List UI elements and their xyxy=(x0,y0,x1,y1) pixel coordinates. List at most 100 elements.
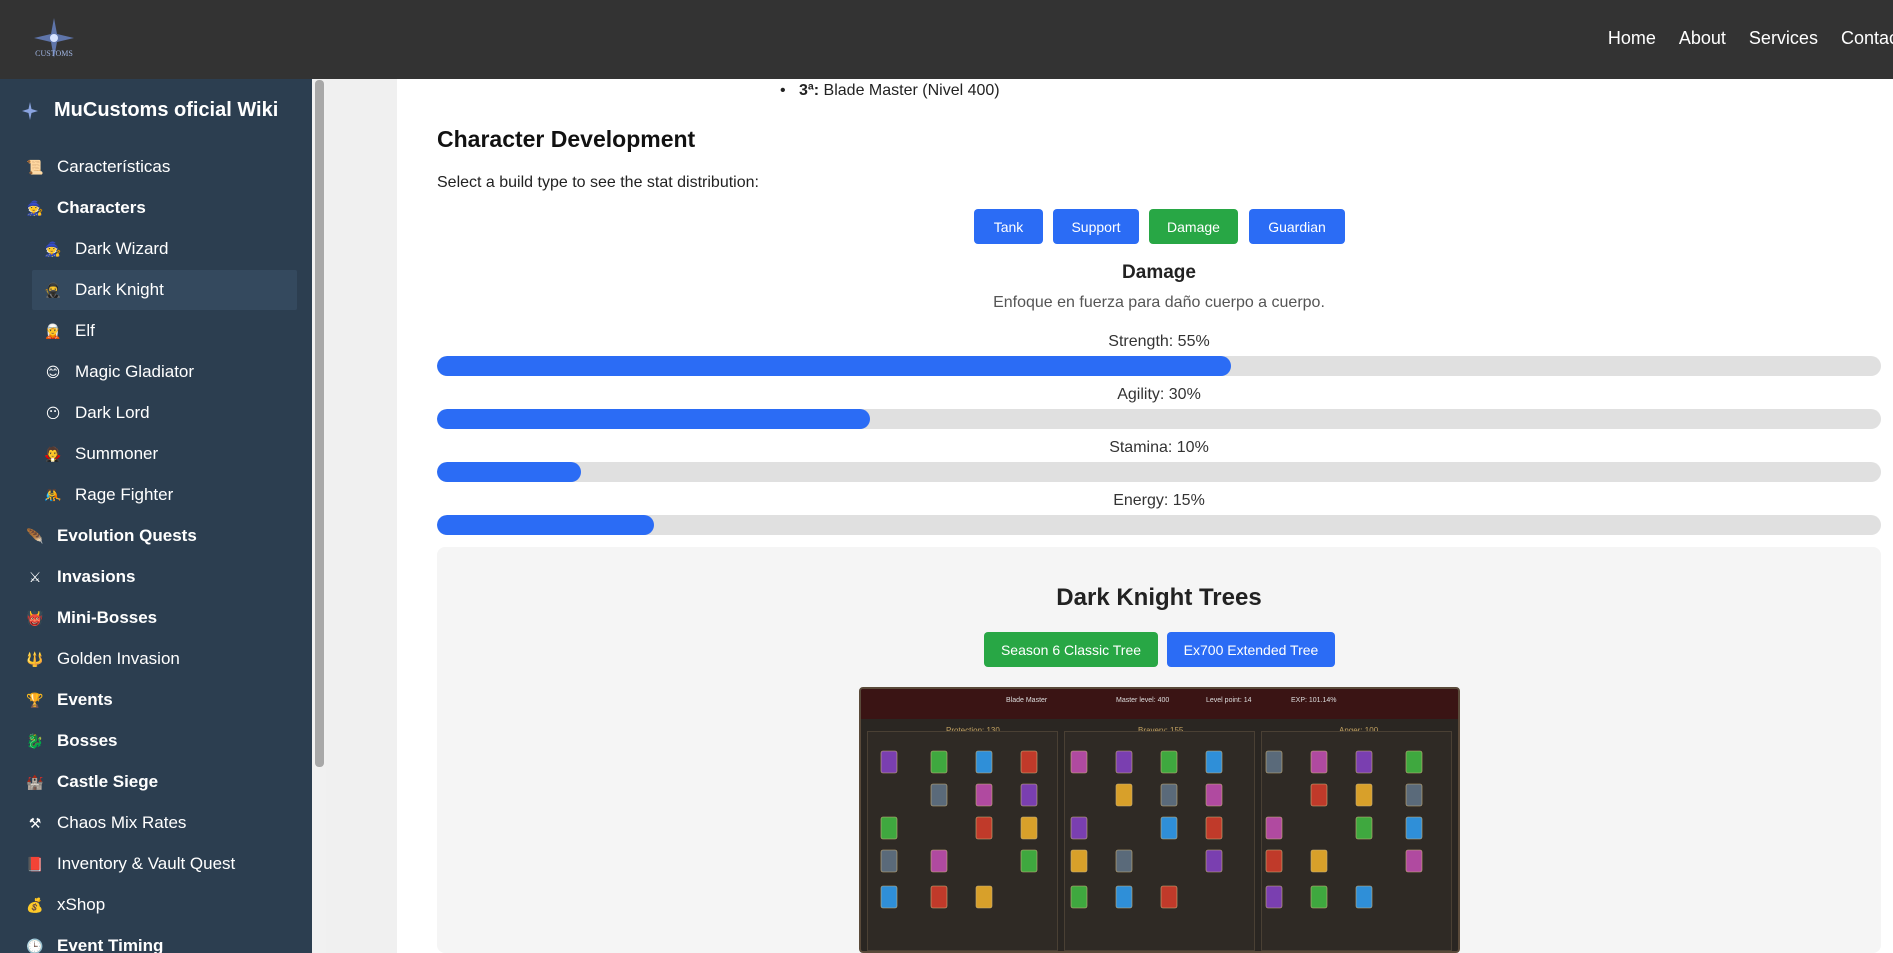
build-support-button[interactable]: Support xyxy=(1053,209,1139,244)
skill-icon xyxy=(880,849,898,873)
stat-bar-fill xyxy=(437,515,654,535)
sidebar-item-evolution-quests[interactable]: 🪶 Evolution Quests xyxy=(20,516,300,556)
skill-icon xyxy=(1115,750,1133,774)
selected-build-title: Damage xyxy=(1122,262,1196,283)
sidebar-item-dark-knight[interactable]: 🥷 Dark Knight xyxy=(32,270,297,310)
sidebar-item-label: Dark Lord xyxy=(75,403,150,422)
sidebar-item-label: Elf xyxy=(75,321,95,340)
sidebar-item-inventory-vault-quest[interactable]: 📕 Inventory & Vault Quest xyxy=(20,844,300,884)
fighter-icon: 🤼 xyxy=(44,486,62,503)
evolution-prefix: 3ª: xyxy=(798,82,820,99)
sidebar-item-caracter-sticas[interactable]: 📜 Características xyxy=(20,147,300,187)
site-logo-icon[interactable]: CUSTOMS xyxy=(30,16,78,62)
sidebar-item-dark-lord[interactable]: 😶 Dark Lord xyxy=(32,393,297,433)
sidebar-item-invasions[interactable]: ⚔ Invasions xyxy=(20,557,300,597)
skill-icon xyxy=(880,885,898,909)
stat-bar-agility xyxy=(437,409,1881,429)
sidebar-item-elf[interactable]: 🧝 Elf xyxy=(32,311,297,351)
stat-bar-fill xyxy=(437,462,582,482)
nav-contact-link[interactable]: Contact xyxy=(1841,28,1893,49)
skill-icon xyxy=(975,750,993,774)
skill-icon xyxy=(1070,885,1088,909)
skill-icon xyxy=(1405,783,1423,807)
skill-icon xyxy=(1265,885,1283,909)
stat-label-agility: Agility: 30% xyxy=(1117,386,1201,403)
build-damage-button[interactable]: Damage xyxy=(1149,209,1238,244)
sidebar-item-mini-bosses[interactable]: 👹 Mini-Bosses xyxy=(20,598,300,638)
skill-icon xyxy=(1160,885,1178,909)
skill-tree-image: Blade Master Master level: 400 Level poi… xyxy=(859,687,1460,953)
clock-icon: 🕒 xyxy=(26,937,44,953)
top-nav-links: Home About Services Contact xyxy=(1585,28,1893,49)
wiki-logo-icon xyxy=(22,101,38,120)
sidebar-item-label: Magic Gladiator xyxy=(75,362,195,381)
build-instruction: Select a build type to see the stat dist… xyxy=(437,174,759,191)
sidebar-item-label: Rage Fighter xyxy=(75,485,174,504)
sidebar-item-chaos-mix-rates[interactable]: ⚒ Chaos Mix Rates xyxy=(20,803,300,843)
character-icon: 🧙 xyxy=(26,199,44,216)
sidebar-item-castle-siege[interactable]: 🏰 Castle Siege xyxy=(20,762,300,802)
sidebar-item-golden-invasion[interactable]: 🔱 Golden Invasion xyxy=(20,639,300,679)
knight-icon: 🥷 xyxy=(44,281,62,298)
skill-icon xyxy=(1310,783,1328,807)
sidebar-item-label: Golden Invasion xyxy=(57,649,180,668)
skill-icon xyxy=(1355,750,1373,774)
stat-label-stamina: Stamina: 10% xyxy=(1109,439,1209,456)
skill-icon xyxy=(1205,750,1223,774)
skill-icon xyxy=(1070,849,1088,873)
sidebar-item-label: Características xyxy=(57,157,171,176)
extended-tree-button[interactable]: Ex700 Extended Tree xyxy=(1167,632,1335,667)
sidebar-item-label: Chaos Mix Rates xyxy=(57,813,187,832)
skill-icon xyxy=(1020,750,1038,774)
wizard-icon: 🧙 xyxy=(44,240,62,257)
sidebar-item-xshop[interactable]: 💰 xShop xyxy=(20,885,300,925)
skill-icon xyxy=(1115,849,1133,873)
build-tank-button[interactable]: Tank xyxy=(974,209,1043,244)
skill-icon xyxy=(1115,783,1133,807)
skill-icon xyxy=(1310,849,1328,873)
sidebar-item-magic-gladiator[interactable]: 😊 Magic Gladiator xyxy=(32,352,297,392)
stat-bar-fill xyxy=(437,356,1232,376)
sidebar-item-summoner[interactable]: 🧛 Summoner xyxy=(32,434,297,474)
nav-home-link[interactable]: Home xyxy=(1608,28,1656,49)
skill-icon xyxy=(930,750,948,774)
sidebar-item-characters[interactable]: 🧙 Characters xyxy=(20,188,300,228)
tools-icon: ⚒ xyxy=(28,814,42,831)
nav-about-link[interactable]: About xyxy=(1679,28,1726,49)
skill-icon xyxy=(1355,816,1373,840)
skill-icon xyxy=(1265,750,1283,774)
nav-services-link[interactable]: Services xyxy=(1749,28,1818,49)
sidebar-item-label: Events xyxy=(57,690,113,709)
sidebar-item-label: Event Timing xyxy=(57,936,164,953)
skill-icon xyxy=(930,849,948,873)
stat-bar-energy xyxy=(437,515,1881,535)
sidebar-scrollbar-thumb[interactable] xyxy=(315,80,324,767)
skill-icon xyxy=(1160,783,1178,807)
sidebar-item-event-timing[interactable]: 🕒 Event Timing xyxy=(20,926,300,953)
sidebar-item-rage-fighter[interactable]: 🤼 Rage Fighter xyxy=(32,475,297,515)
skill-icon xyxy=(1405,816,1423,840)
skill-icon xyxy=(1405,849,1423,873)
skill-icon xyxy=(1115,885,1133,909)
sidebar-item-dark-wizard[interactable]: 🧙 Dark Wizard xyxy=(32,229,297,269)
classic-tree-button[interactable]: Season 6 Classic Tree xyxy=(984,632,1158,667)
skill-icon xyxy=(1205,783,1223,807)
sidebar-item-label: Inventory & Vault Quest xyxy=(57,854,236,873)
skill-icon xyxy=(930,885,948,909)
skill-icon xyxy=(880,750,898,774)
top-navbar: CUSTOMS Home About Services Contact xyxy=(0,0,1893,79)
selected-build-description: Enfoque en fuerza para daño cuerpo a cue… xyxy=(993,294,1325,311)
sidebar-title[interactable]: MuCustoms oficial Wiki xyxy=(20,99,278,122)
trident-icon: 🔱 xyxy=(26,650,44,667)
skill-icon xyxy=(1265,849,1283,873)
sidebar-item-bosses[interactable]: 🐉 Bosses xyxy=(20,721,300,761)
skill-icon xyxy=(1310,885,1328,909)
sidebar-item-events[interactable]: 🏆 Events xyxy=(20,680,300,720)
build-guardian-button[interactable]: Guardian xyxy=(1249,209,1345,244)
elf-icon: 🧝 xyxy=(44,322,62,339)
stat-label-strength: Strength: 55% xyxy=(1108,333,1210,350)
sidebar-item-label: xShop xyxy=(57,895,106,914)
svg-text:CUSTOMS: CUSTOMS xyxy=(35,49,73,58)
dragon-icon: 🐉 xyxy=(26,732,44,749)
skill-icon xyxy=(1405,750,1423,774)
